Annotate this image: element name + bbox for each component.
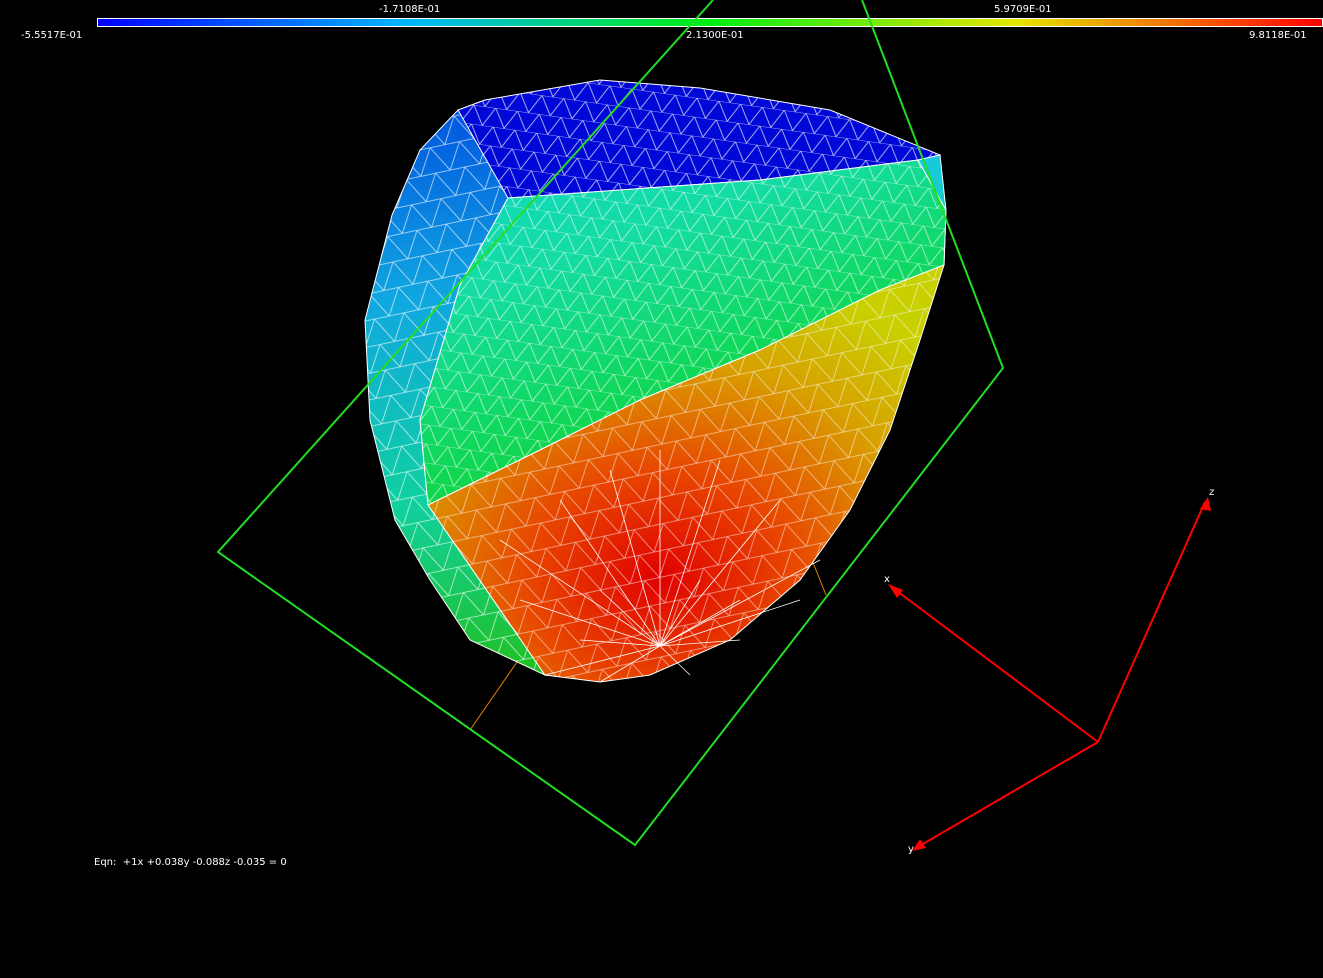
graphics-viewport[interactable]: -1.7108E-01 5.9709E-01 -5.5517E-01 2.130…	[0, 0, 1323, 978]
z-axis-arrowhead	[1200, 497, 1211, 511]
plane-equation-readout: Eqn: +1x +0.038y -0.088z -0.035 = 0	[94, 857, 287, 868]
x-axis-label: x	[884, 574, 890, 585]
equation-text: +1x +0.038y -0.088z -0.035 = 0	[122, 857, 287, 868]
axis-arrowheads	[888, 497, 1211, 851]
x-axis-arrowhead	[888, 584, 903, 598]
y-axis-label: y	[908, 844, 914, 855]
3d-scene[interactable]: x y z	[0, 0, 1323, 978]
axis-triad	[892, 501, 1206, 849]
y-axis-arrowhead	[912, 839, 926, 851]
z-axis-label: z	[1209, 487, 1214, 498]
equation-label: Eqn:	[94, 857, 117, 868]
